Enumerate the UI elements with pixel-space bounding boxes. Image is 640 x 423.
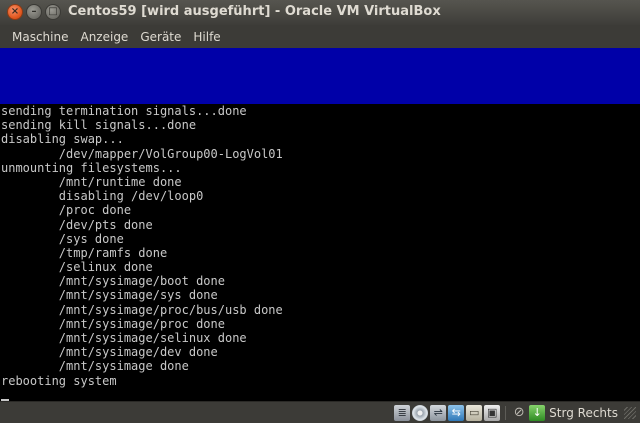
menu-bar: Maschine Anzeige Geräte Hilfe: [0, 25, 640, 48]
menu-maschine[interactable]: Maschine: [6, 30, 74, 44]
console-line: /dev/mapper/VolGroup00-LogVol01: [1, 146, 283, 161]
vm-blue-banner: [0, 48, 640, 104]
mouse-integration-icon[interactable]: ⊘: [511, 405, 527, 421]
console-line: disabling swap...: [1, 132, 124, 147]
resize-grip[interactable]: [624, 406, 636, 419]
menu-anzeige[interactable]: Anzeige: [74, 30, 134, 44]
console-line: /mnt/sysimage/sys done: [1, 288, 218, 303]
hard-disk-icon[interactable]: ≣: [394, 404, 411, 421]
status-bar: ≣ ● ⇌ ⇆ ▭ ▣ ⊘ ↓ Strg Rechts: [0, 401, 640, 423]
virtualbox-window: × – □ Centos59 [wird ausgeführt] - Oracl…: [0, 0, 640, 423]
optical-drive-icon[interactable]: ●: [412, 404, 429, 421]
console-line: rebooting system: [1, 373, 117, 388]
usb-icon[interactable]: ⇌: [430, 404, 447, 421]
console-line: /mnt/sysimage/selinux done: [1, 331, 247, 345]
vm-display[interactable]: sending termination signals...done sendin…: [0, 48, 640, 401]
menu-geraete[interactable]: Geräte: [134, 30, 187, 44]
menu-hilfe[interactable]: Hilfe: [187, 30, 226, 44]
console-line: /tmp/ramfs done: [1, 245, 168, 260]
status-separator: [505, 405, 507, 420]
console-line: /mnt/runtime done: [1, 174, 182, 189]
console-line: /mnt/sysimage/boot done: [1, 274, 225, 289]
host-key-label: Strg Rechts: [549, 405, 618, 420]
console-line: /mnt/sysimage/dev done: [1, 345, 218, 360]
maximize-button[interactable]: □: [45, 4, 61, 20]
console-line: sending kill signals...done: [1, 118, 197, 133]
window-title: Centos59 [wird ausgeführt] - Oracle VM V…: [68, 4, 441, 19]
display-icon[interactable]: ▣: [484, 404, 501, 421]
title-bar[interactable]: × – □ Centos59 [wird ausgeführt] - Oracl…: [0, 0, 640, 25]
shared-folders-icon[interactable]: ▭: [466, 404, 483, 421]
keyboard-capture-icon[interactable]: ↓: [529, 404, 546, 421]
console-line: /mnt/sysimage/proc/bus/usb done: [1, 302, 283, 317]
console-line: /mnt/sysimage/proc done: [1, 316, 225, 331]
close-button[interactable]: ×: [7, 4, 23, 20]
console-output: sending termination signals...done sendin…: [1, 104, 640, 388]
minimize-button[interactable]: –: [26, 4, 42, 20]
console-line: /selinux done: [1, 260, 153, 275]
console-line: sending termination signals...done: [1, 104, 247, 118]
console-line: /sys done: [1, 231, 124, 246]
console-line: unmounting filesystems...: [1, 160, 182, 175]
console-line: disabling /dev/loop0: [1, 189, 204, 204]
console-line: /dev/pts done: [1, 217, 153, 232]
console-line: /proc done: [1, 203, 132, 218]
console-line: /mnt/sysimage done: [1, 359, 189, 374]
network-icon[interactable]: ⇆: [448, 404, 465, 421]
